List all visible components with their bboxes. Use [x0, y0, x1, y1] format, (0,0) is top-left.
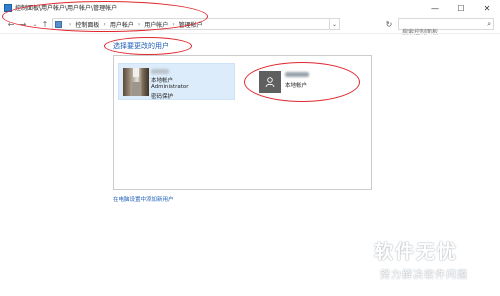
annotation-ellipse-heading	[104, 37, 192, 55]
watermark-logo-text: 软件无忧	[374, 241, 459, 263]
photo-road	[132, 82, 140, 96]
add-new-user-link[interactable]: 在电脑设置中添加新用户	[113, 195, 174, 203]
photo-sky	[133, 68, 139, 77]
blurred-account-name	[151, 69, 169, 74]
annotation-ellipse-title	[2, 1, 208, 32]
annotation-ellipse-user	[244, 62, 360, 102]
close-button[interactable]: ✕	[474, 0, 500, 16]
maximize-button[interactable]: ☐	[448, 0, 474, 16]
refresh-icon[interactable]: ↻	[383, 18, 395, 30]
search-box[interactable]: ⌕	[398, 18, 494, 38]
address-dropdown-chevron-icon[interactable]: ⌄	[330, 18, 340, 30]
avatar-photo	[123, 68, 149, 96]
minimize-button[interactable]: —	[422, 0, 448, 16]
account-tile-administrator[interactable]: 本地帐户 Administrator 密码保护	[118, 63, 235, 100]
watermark-slogan: 努力解决软件问题	[380, 270, 468, 281]
account-role-label: Administrator	[151, 84, 189, 90]
search-icon[interactable]: ⌕	[487, 20, 491, 29]
divider	[0, 33, 500, 34]
account-password-status: 密码保护	[151, 94, 174, 100]
account-type-label: 本地帐户	[151, 78, 174, 84]
